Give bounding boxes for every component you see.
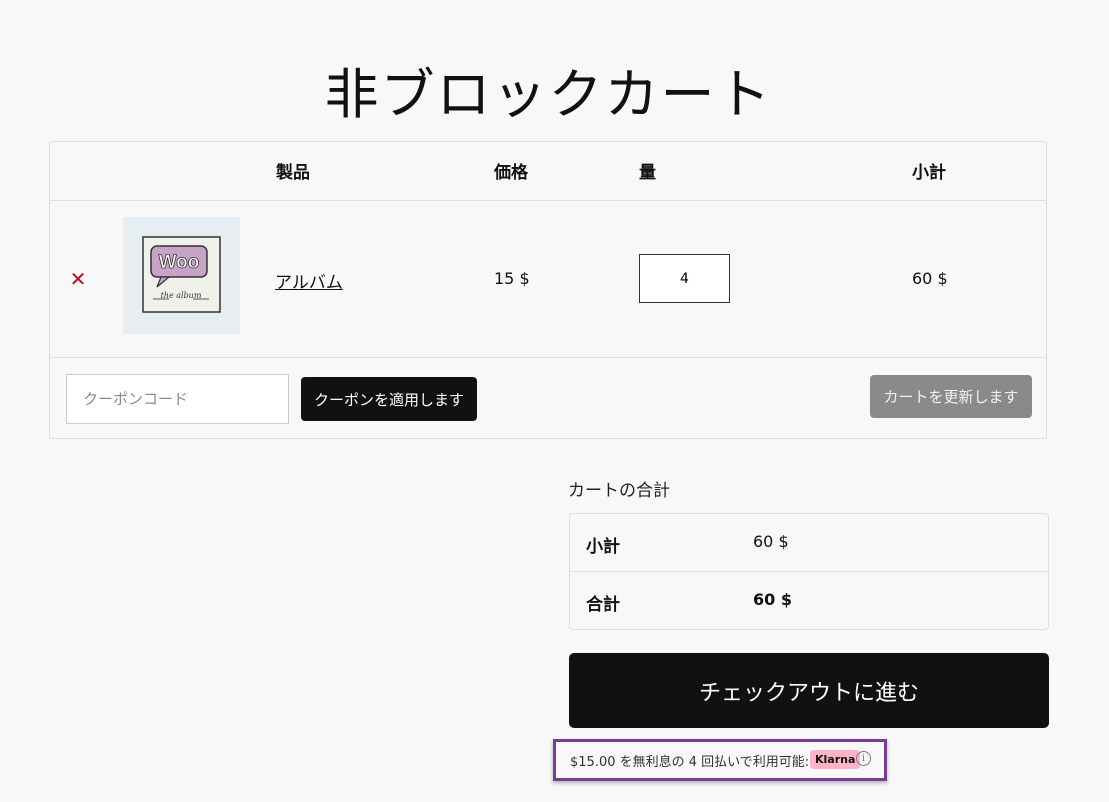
- product-thumbnail[interactable]: Woo the album: [123, 217, 240, 334]
- update-cart-button[interactable]: カートを更新します: [870, 375, 1032, 418]
- page-title: 非ブロックカート: [324, 63, 773, 127]
- header-price: 価格: [494, 163, 528, 183]
- header-quantity: 量: [639, 163, 656, 183]
- totals-row-subtotal: 小計 60 $: [570, 514, 1048, 572]
- row-divider: [50, 357, 1046, 358]
- totals-value: 60 $: [753, 590, 792, 609]
- checkout-button[interactable]: チェックアウトに進む: [569, 653, 1049, 728]
- klarna-logo: Klarna: [810, 750, 861, 769]
- info-icon[interactable]: i: [856, 751, 871, 766]
- quantity-input[interactable]: [639, 254, 730, 303]
- totals-label: 小計: [586, 537, 620, 557]
- row-divider: [50, 200, 1046, 201]
- klarna-text: $15.00 を無利息の 4 回払いで利用可能:: [570, 755, 810, 770]
- header-subtotal: 小計: [912, 163, 946, 183]
- product-subtotal: 60 $: [912, 269, 948, 288]
- cart-totals-heading: カートの合計: [568, 481, 670, 501]
- product-price: 15 $: [494, 269, 530, 288]
- product-link[interactable]: アルバム: [275, 268, 343, 293]
- close-icon[interactable]: ✕: [69, 269, 87, 289]
- totals-label: 合計: [586, 595, 620, 615]
- cart-table: 製品 価格 量 小計 ✕ Woo the album アルバム 15 $ 60 …: [49, 141, 1047, 439]
- apply-coupon-button[interactable]: クーポンを適用します: [301, 377, 477, 421]
- totals-value: 60 $: [753, 532, 789, 551]
- klarna-message: $15.00 を無利息の 4 回払いで利用可能: Klarna i: [553, 739, 887, 781]
- header-product: 製品: [276, 163, 310, 183]
- thumbnail-logo: Woo: [159, 252, 200, 273]
- coupon-input[interactable]: [66, 374, 289, 424]
- totals-row-total: 合計 60 $: [570, 572, 1048, 630]
- album-art-icon: Woo the album: [142, 236, 221, 313]
- cart-totals-table: 小計 60 $ 合計 60 $: [569, 513, 1049, 630]
